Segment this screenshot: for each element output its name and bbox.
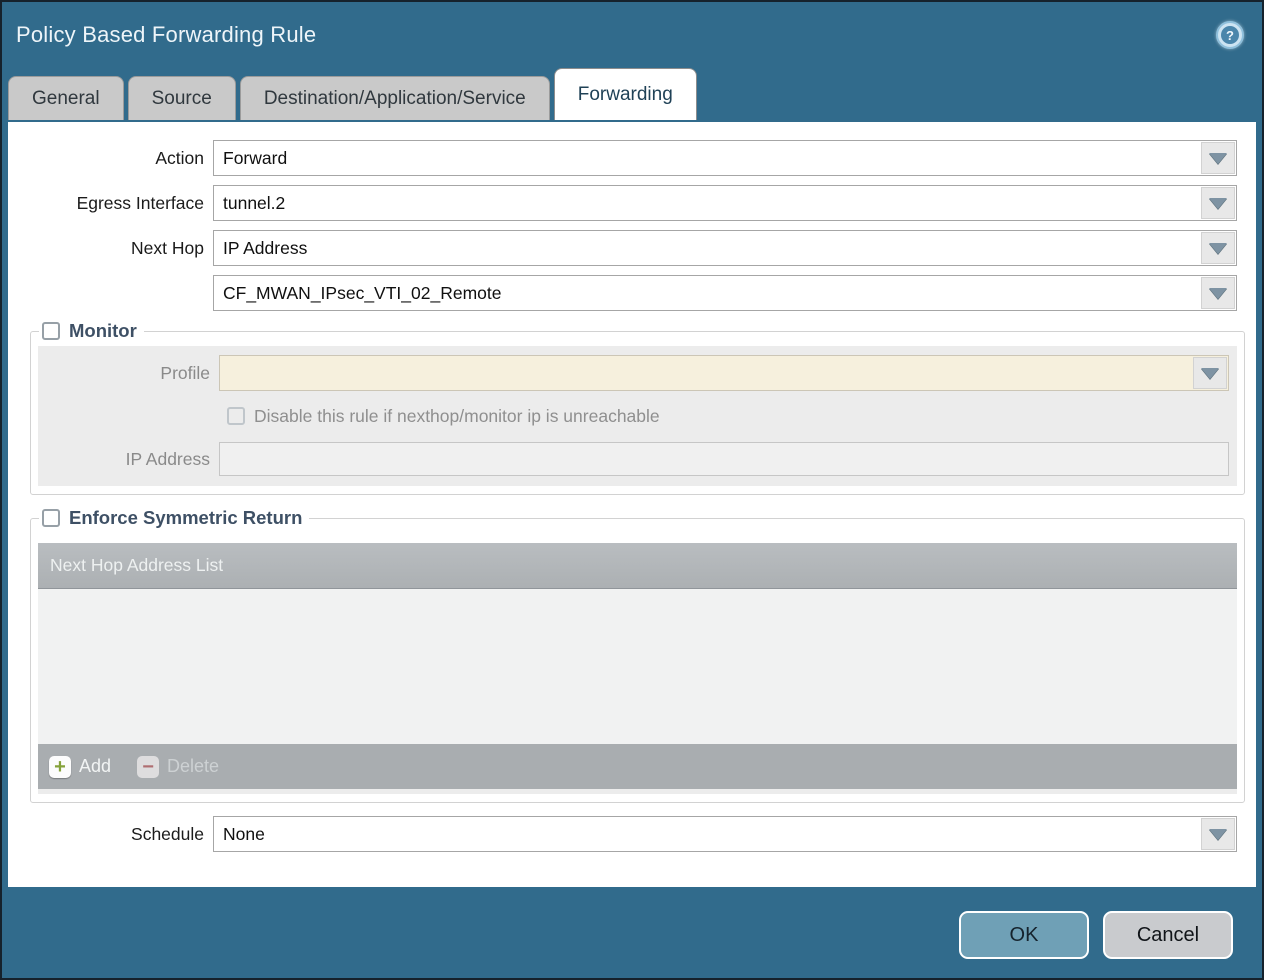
chevron-down-icon bbox=[1209, 198, 1227, 209]
delete-button: − Delete bbox=[137, 756, 219, 778]
egress-interface-dropdown-button[interactable] bbox=[1201, 187, 1235, 219]
monitor-fieldset: Monitor Profile Disable this rule if nex… bbox=[30, 320, 1245, 495]
monitor-checkbox[interactable] bbox=[42, 322, 60, 340]
monitor-legend-label: Monitor bbox=[69, 320, 137, 342]
next-hop-table-toolbar: + Add − Delete bbox=[38, 744, 1237, 789]
monitor-disable-rule-row: Disable this rule if nexthop/monitor ip … bbox=[38, 402, 1229, 430]
next-hop-label: Next Hop bbox=[8, 238, 213, 259]
chevron-down-icon bbox=[1209, 829, 1227, 840]
tab-forwarding[interactable]: Forwarding bbox=[554, 68, 697, 120]
tab-source[interactable]: Source bbox=[128, 76, 236, 120]
monitor-profile-value bbox=[220, 356, 1192, 390]
monitor-legend: Monitor bbox=[39, 320, 144, 342]
table-bottom-strip bbox=[38, 789, 1237, 794]
monitor-profile-row: Profile bbox=[38, 355, 1229, 391]
tab-general[interactable]: General bbox=[8, 76, 124, 120]
monitor-ip-address-label: IP Address bbox=[38, 449, 219, 470]
chevron-down-icon bbox=[1209, 243, 1227, 254]
dialog-titlebar: Policy Based Forwarding Rule ? bbox=[2, 2, 1262, 68]
plus-icon: + bbox=[49, 756, 71, 778]
pbf-rule-dialog: Policy Based Forwarding Rule ? General S… bbox=[2, 2, 1262, 978]
disable-rule-label: Disable this rule if nexthop/monitor ip … bbox=[254, 406, 660, 427]
egress-interface-value: tunnel.2 bbox=[214, 186, 1200, 220]
next-hop-type-dropdown-button[interactable] bbox=[1201, 232, 1235, 264]
delete-button-label: Delete bbox=[167, 756, 219, 777]
monitor-ip-address-input bbox=[219, 442, 1229, 476]
action-row: Action Forward bbox=[8, 140, 1237, 176]
egress-interface-dropdown[interactable]: tunnel.2 bbox=[213, 185, 1237, 221]
action-label: Action bbox=[8, 148, 213, 169]
egress-interface-label: Egress Interface bbox=[8, 193, 213, 214]
next-hop-row: Next Hop IP Address bbox=[8, 230, 1237, 266]
chevron-down-icon bbox=[1209, 288, 1227, 299]
next-hop-address-list-header: Next Hop Address List bbox=[38, 543, 1237, 589]
tab-destination-application-service[interactable]: Destination/Application/Service bbox=[240, 76, 550, 120]
schedule-value: None bbox=[214, 817, 1200, 851]
schedule-dropdown-button[interactable] bbox=[1201, 818, 1235, 850]
schedule-dropdown[interactable]: None bbox=[213, 816, 1237, 852]
next-hop-address-dropdown[interactable]: CF_MWAN_IPsec_VTI_02_Remote bbox=[213, 275, 1237, 311]
add-button-label: Add bbox=[79, 756, 111, 777]
disable-rule-checkbox bbox=[227, 407, 245, 425]
egress-interface-row: Egress Interface tunnel.2 bbox=[8, 185, 1237, 221]
monitor-profile-label: Profile bbox=[38, 363, 219, 384]
action-dropdown[interactable]: Forward bbox=[213, 140, 1237, 176]
monitor-profile-dropdown bbox=[219, 355, 1229, 391]
next-hop-type-value: IP Address bbox=[214, 231, 1200, 265]
next-hop-address-value: CF_MWAN_IPsec_VTI_02_Remote bbox=[214, 276, 1200, 310]
tab-content-forwarding: Action Forward Egress Interface tunnel.2… bbox=[8, 122, 1256, 887]
next-hop-type-dropdown[interactable]: IP Address bbox=[213, 230, 1237, 266]
symmetric-return-legend-label: Enforce Symmetric Return bbox=[69, 507, 302, 529]
symmetric-return-fieldset: Enforce Symmetric Return Next Hop Addres… bbox=[30, 507, 1245, 803]
symmetric-return-legend: Enforce Symmetric Return bbox=[39, 507, 309, 529]
monitor-ip-address-row: IP Address bbox=[38, 441, 1229, 477]
schedule-row: Schedule None bbox=[8, 816, 1237, 852]
action-value: Forward bbox=[214, 141, 1200, 175]
chevron-down-icon bbox=[1209, 153, 1227, 164]
symmetric-return-checkbox[interactable] bbox=[42, 509, 60, 527]
dialog-button-bar: OK Cancel bbox=[2, 887, 1262, 978]
next-hop-address-table: Next Hop Address List + Add − Delete bbox=[38, 543, 1237, 794]
monitor-profile-dropdown-button bbox=[1193, 357, 1227, 389]
chevron-down-icon bbox=[1201, 368, 1219, 379]
tab-bar: General Source Destination/Application/S… bbox=[2, 68, 1262, 120]
question-mark-glyph: ? bbox=[1221, 26, 1239, 44]
help-icon[interactable]: ? bbox=[1216, 21, 1244, 49]
cancel-button[interactable]: Cancel bbox=[1103, 911, 1233, 959]
schedule-label: Schedule bbox=[8, 824, 213, 845]
add-button[interactable]: + Add bbox=[49, 756, 111, 778]
ok-button[interactable]: OK bbox=[959, 911, 1089, 959]
next-hop-address-list-body[interactable] bbox=[38, 589, 1237, 744]
monitor-panel: Profile Disable this rule if nexthop/mon… bbox=[38, 346, 1237, 486]
next-hop-address-row: CF_MWAN_IPsec_VTI_02_Remote bbox=[8, 275, 1237, 311]
action-dropdown-button[interactable] bbox=[1201, 142, 1235, 174]
dialog-title: Policy Based Forwarding Rule bbox=[16, 22, 316, 48]
minus-icon: − bbox=[137, 756, 159, 778]
next-hop-address-dropdown-button[interactable] bbox=[1201, 277, 1235, 309]
